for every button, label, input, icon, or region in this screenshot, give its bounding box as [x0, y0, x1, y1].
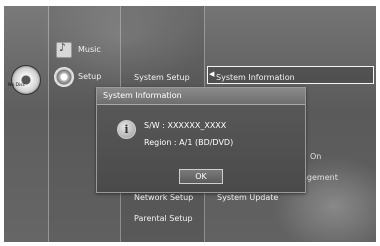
- submenu-item-parental-setup[interactable]: Parental Setup: [134, 214, 193, 223]
- disc-icon: [12, 66, 40, 94]
- setup-screen: No Disc Music Setup System Setup Network…: [4, 6, 376, 242]
- music-icon: [56, 41, 72, 58]
- info-icon: i: [117, 120, 136, 139]
- dialog-title: System Information: [103, 91, 182, 100]
- ok-button[interactable]: OK: [179, 169, 223, 184]
- option-system-update[interactable]: System Update: [217, 193, 278, 202]
- option-management-partial[interactable]: agement: [302, 173, 338, 182]
- region-info: Region : A/1 (BD/DVD): [144, 138, 234, 147]
- system-information-dialog: System Information i S/W : XXXXXX_XXXX R…: [96, 87, 306, 193]
- option-system-information[interactable]: System Information: [216, 73, 295, 82]
- dialog-title-bar: System Information: [97, 88, 305, 105]
- disc-status-label: No Disc: [8, 83, 26, 88]
- software-version: S/W : XXXXXX_XXXX: [144, 121, 227, 130]
- menu-item-music[interactable]: Music: [78, 45, 101, 54]
- submenu-item-network-setup[interactable]: Network Setup: [134, 193, 193, 202]
- chevron-left-icon: ◀: [209, 70, 215, 78]
- menu-item-setup[interactable]: Setup: [78, 72, 101, 81]
- submenu-item-system-setup[interactable]: System Setup: [134, 73, 190, 82]
- gear-icon: [54, 67, 74, 87]
- option-value-on: On: [310, 152, 322, 161]
